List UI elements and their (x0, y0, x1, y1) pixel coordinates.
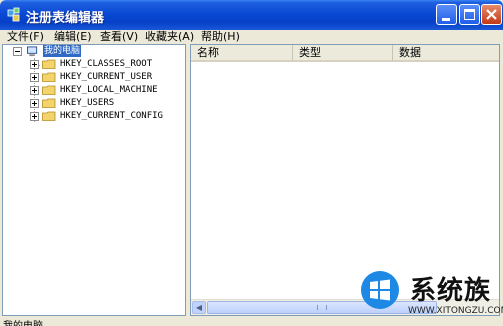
expand-icon[interactable] (30, 112, 39, 121)
tree-item-label: HKEY_CURRENT_CONFIG (60, 111, 163, 121)
computer-icon (27, 46, 38, 57)
folder-icon (42, 72, 56, 82)
maximize-button[interactable] (459, 4, 480, 25)
expand-icon[interactable] (30, 99, 39, 108)
chevron-left-icon: ◀ (195, 303, 203, 312)
minimize-icon (442, 18, 450, 21)
watermark-brand: 系统族 (410, 276, 492, 306)
menu-help[interactable]: 帮助(H) (201, 28, 240, 44)
tree-item-label: 我的电脑 (43, 45, 82, 57)
tree-item-hkey-local-machine[interactable]: HKEY_LOCAL_MACHINE (3, 84, 183, 97)
column-header-label: 类型 (299, 46, 321, 59)
scroll-left-button[interactable]: ◀ (192, 301, 206, 314)
expand-icon[interactable] (30, 60, 39, 69)
column-header-label: 名称 (197, 46, 219, 59)
expand-icon[interactable] (30, 86, 39, 95)
registry-editor-window: 注册表编辑器 文件(F) 编辑(E) 查看(V) 收藏夹(A) 帮助(H) 我的… (0, 0, 503, 326)
column-header-name[interactable]: 名称 (191, 45, 293, 62)
column-header-label: 数据 (399, 46, 421, 59)
watermark-url: WWW.XITONGZU.COM (408, 306, 503, 316)
registry-editor-icon (7, 7, 20, 22)
folder-icon (42, 59, 56, 69)
folder-icon (42, 98, 56, 108)
maximize-icon (464, 9, 475, 20)
close-button[interactable] (481, 4, 502, 25)
tree-item-label: HKEY_CURRENT_USER (60, 72, 153, 82)
tree-item-hkey-users[interactable]: HKEY_USERS (3, 97, 183, 110)
registry-tree[interactable]: 我的电脑 HKEY_CLASSES_ROOT HKEY_CURRENT_USER… (2, 44, 186, 316)
tree-item-hkey-current-user[interactable]: HKEY_CURRENT_USER (3, 71, 183, 84)
tree-item-label: HKEY_USERS (60, 98, 115, 108)
tree-item-hkey-classes-root[interactable]: HKEY_CLASSES_ROOT (3, 58, 183, 71)
tree-item-my-computer[interactable]: 我的电脑 (3, 45, 183, 58)
minimize-button[interactable] (436, 4, 457, 25)
tree-item-hkey-current-config[interactable]: HKEY_CURRENT_CONFIG (3, 110, 183, 123)
window-title: 注册表编辑器 (26, 11, 105, 26)
menu-bar: 文件(F) 编辑(E) 查看(V) 收藏夹(A) 帮助(H) (0, 30, 503, 44)
grip-icon (317, 305, 327, 310)
folder-icon (42, 85, 56, 95)
menu-view[interactable]: 查看(V) (100, 28, 138, 44)
watermark: 系统族 WWW.XITONGZU.COM (344, 266, 503, 326)
status-text: 我的电脑 (3, 317, 43, 326)
menu-file[interactable]: 文件(F) (7, 28, 44, 44)
close-icon (486, 9, 497, 20)
windows-logo-icon (361, 271, 399, 309)
column-header-type[interactable]: 类型 (293, 45, 393, 62)
column-header-data[interactable]: 数据 (393, 45, 499, 62)
collapse-icon[interactable] (13, 47, 22, 56)
menu-edit[interactable]: 编辑(E) (54, 28, 92, 44)
tree-item-label: HKEY_LOCAL_MACHINE (60, 85, 158, 95)
title-bar[interactable]: 注册表编辑器 (0, 0, 503, 30)
folder-icon (42, 111, 56, 121)
menu-favorites[interactable]: 收藏夹(A) (145, 28, 194, 44)
expand-icon[interactable] (30, 73, 39, 82)
tree-item-label: HKEY_CLASSES_ROOT (60, 59, 153, 69)
